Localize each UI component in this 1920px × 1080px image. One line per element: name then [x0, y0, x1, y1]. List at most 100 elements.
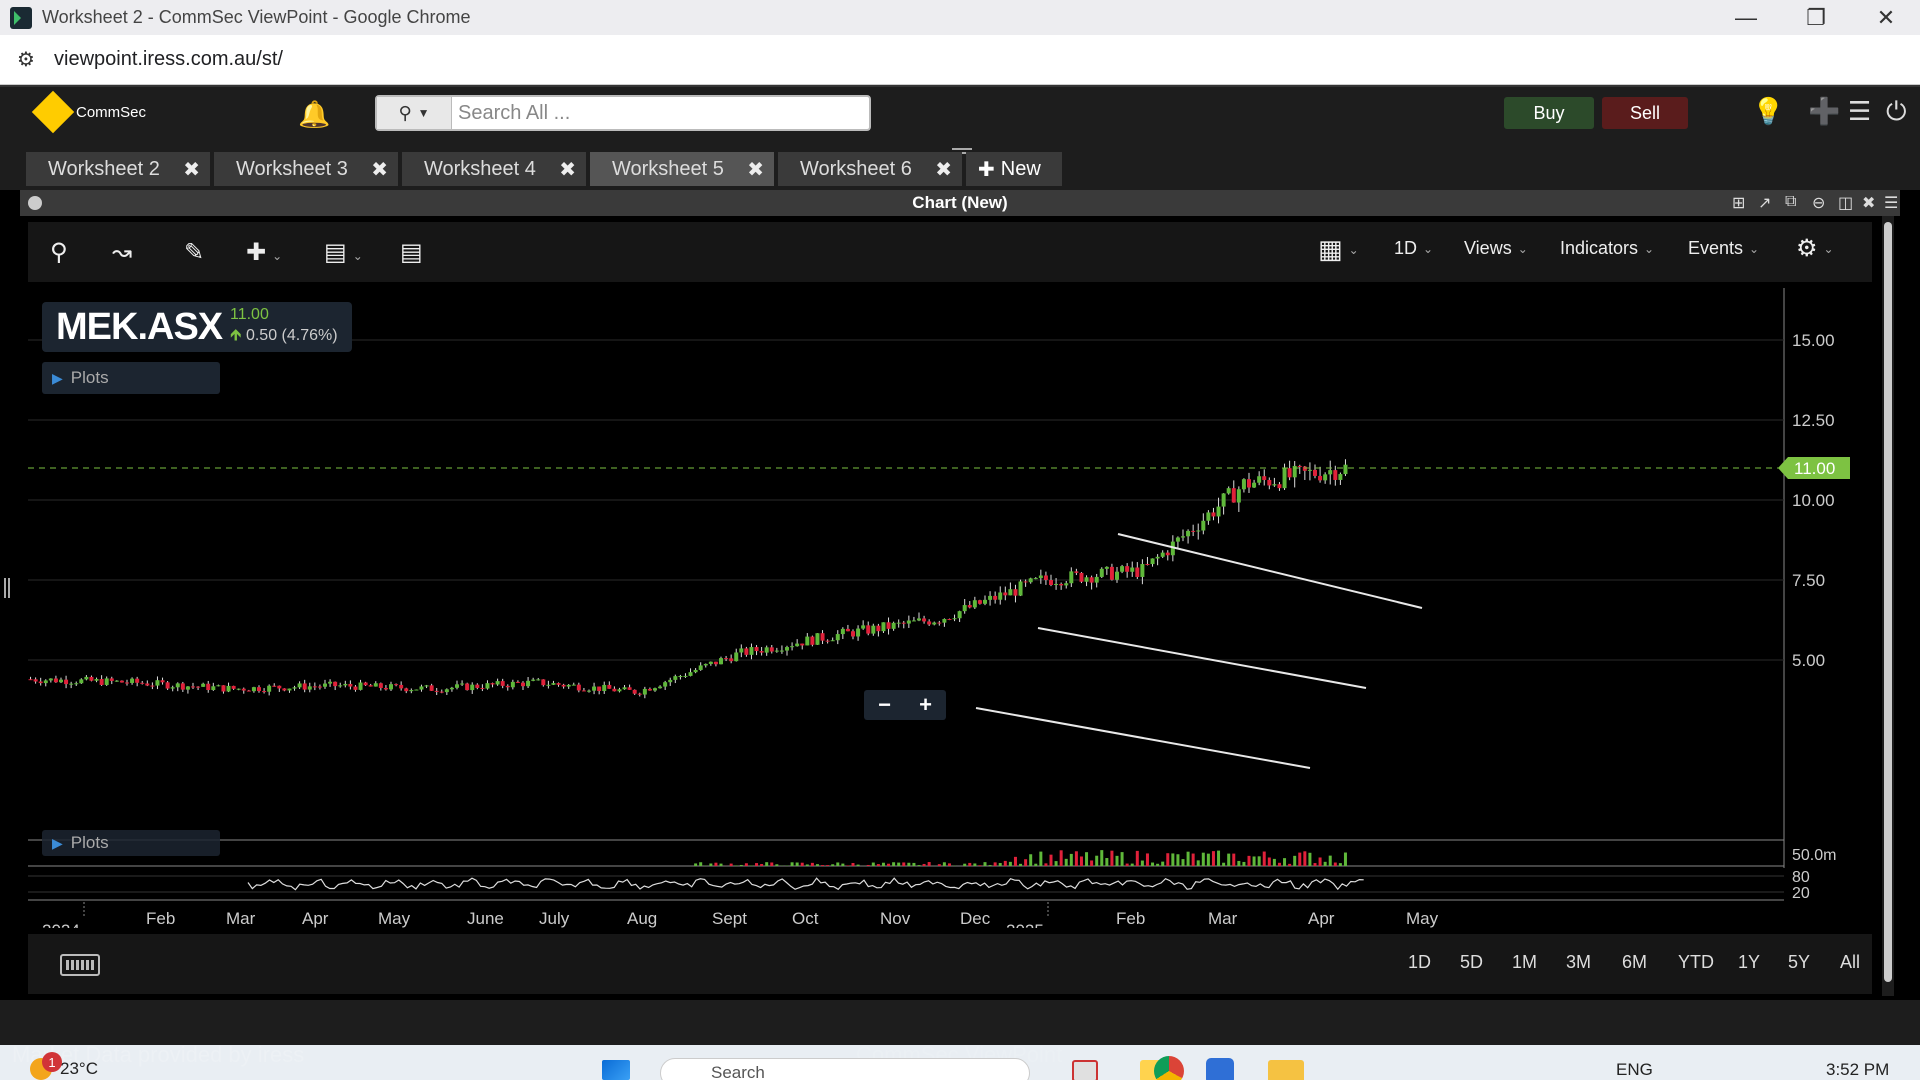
- popout-icon[interactable]: ⧉: [1785, 193, 1796, 211]
- range-button-6m[interactable]: 6M: [1622, 952, 1647, 973]
- range-button-1y[interactable]: 1Y: [1738, 952, 1760, 973]
- volume-bar: [1044, 863, 1048, 866]
- close-icon[interactable]: ✖: [747, 157, 764, 182]
- search-type-button[interactable]: ⚲ ▼: [377, 97, 452, 129]
- sell-button[interactable]: Sell: [1602, 97, 1688, 129]
- search-icon[interactable]: ⚲: [50, 238, 68, 267]
- add-icon[interactable]: ➕: [1808, 96, 1840, 127]
- price-chart[interactable]: 15.00 12.50 10.00 7.50 5.00 11.00 50.0m 8020 Feb…: [28, 288, 1872, 928]
- range-button-3m[interactable]: 3M: [1566, 952, 1591, 973]
- menu-icon[interactable]: ☰: [1848, 96, 1871, 127]
- app-icon[interactable]: [1072, 1060, 1098, 1080]
- clock[interactable]: 3:52 PM: [1826, 1060, 1889, 1080]
- close-window-button[interactable]: ✕: [1852, 0, 1920, 35]
- chrome-icon[interactable]: [1154, 1056, 1184, 1080]
- candle-body: [226, 685, 231, 692]
- candle-body: [566, 684, 571, 687]
- range-button-1d[interactable]: 1D: [1408, 952, 1431, 973]
- candle-body: [1023, 581, 1028, 583]
- candle-body: [53, 678, 58, 683]
- candle-body: [394, 684, 399, 686]
- new-tab-button[interactable]: ✚ New: [966, 152, 1062, 186]
- vertical-scrollbar[interactable]: [1882, 216, 1894, 996]
- plots-button-lower[interactable]: ▶ Plots: [42, 830, 220, 856]
- candle-body: [576, 684, 581, 691]
- candle-body: [1328, 470, 1333, 475]
- candle-body: [668, 679, 673, 683]
- site-settings-icon[interactable]: ⚙: [14, 48, 38, 72]
- interval-dropdown[interactable]: 1D ⌄: [1394, 238, 1433, 259]
- language-indicator[interactable]: ENG: [1616, 1060, 1653, 1080]
- screen: Worksheet 2 - CommSec ViewPoint - Google…: [0, 0, 1920, 1080]
- range-button-5y[interactable]: 5Y: [1788, 952, 1810, 973]
- keyboard-icon[interactable]: [60, 954, 100, 976]
- range-button-1m[interactable]: 1M: [1512, 952, 1537, 973]
- x-tick-label: July: [539, 909, 570, 928]
- volume-bar: [1277, 862, 1281, 866]
- chart-type-icon[interactable]: ▦ ⌄: [1318, 234, 1359, 265]
- candle-body: [1130, 567, 1135, 572]
- plots-button[interactable]: ▶ Plots: [42, 362, 220, 394]
- candle-body: [28, 679, 33, 681]
- comment-icon[interactable]: ▤ ⌄: [324, 238, 363, 267]
- candle-body: [155, 680, 160, 686]
- volume-bar: [1130, 863, 1134, 866]
- folder-icon[interactable]: [1268, 1060, 1304, 1080]
- range-button-5d[interactable]: 5D: [1460, 952, 1483, 973]
- taskbar-search[interactable]: Search: [660, 1058, 1030, 1080]
- candle-body: [871, 625, 876, 634]
- close-icon[interactable]: ✖: [559, 157, 576, 182]
- indicators-dropdown[interactable]: Indicators ⌄: [1560, 238, 1654, 259]
- store-icon[interactable]: [1206, 1058, 1234, 1080]
- tab-worksheet-6[interactable]: Worksheet 6 ✖: [778, 152, 962, 186]
- gear-icon[interactable]: ⚙ ⌄: [1796, 234, 1834, 263]
- range-button-ytd[interactable]: YTD: [1678, 952, 1714, 973]
- url-text[interactable]: viewpoint.iress.com.au/st/: [54, 48, 283, 71]
- year-label: 2025: [1006, 921, 1044, 928]
- restore-button[interactable]: ❐: [1782, 0, 1850, 35]
- scrollbar-thumb[interactable]: [1884, 222, 1892, 982]
- range-button-all[interactable]: All: [1840, 952, 1860, 973]
- candle-body: [835, 634, 840, 641]
- close-panel-icon[interactable]: ✖: [1862, 193, 1875, 213]
- tab-worksheet-2[interactable]: Worksheet 2 ✖: [26, 152, 210, 186]
- crosshair-icon[interactable]: ✚ ⌄: [246, 238, 282, 267]
- views-dropdown[interactable]: Views ⌄: [1464, 238, 1528, 259]
- volume-bar: [1145, 853, 1149, 866]
- candle-body: [317, 686, 322, 688]
- pencil-icon[interactable]: ✎: [184, 238, 204, 267]
- search-input[interactable]: [458, 98, 858, 128]
- weather-widget[interactable]: 1 23°C: [30, 1052, 98, 1080]
- candle-body: [688, 672, 693, 676]
- tab-worksheet-3[interactable]: Worksheet 3 ✖: [214, 152, 398, 186]
- trend-icon[interactable]: ↝: [112, 238, 132, 267]
- left-resize-handle[interactable]: [4, 578, 10, 598]
- play-icon: ▶: [52, 834, 63, 851]
- chart-area[interactable]: 15.00 12.50 10.00 7.50 5.00 11.00 50.0m 80 20 Feb…: [28, 288, 1872, 928]
- close-icon[interactable]: ✖: [371, 157, 388, 182]
- bell-icon[interactable]: 🔔: [298, 99, 330, 130]
- power-icon[interactable]: ⏻: [1886, 96, 1907, 128]
- tab-worksheet-5[interactable]: Worksheet 5 ✖: [590, 152, 774, 186]
- add-panel-icon[interactable]: ⊞: [1732, 193, 1745, 213]
- split-icon[interactable]: ◫: [1838, 193, 1853, 213]
- candle-body: [1307, 469, 1312, 471]
- close-icon[interactable]: ✖: [183, 157, 200, 182]
- events-dropdown[interactable]: Events ⌄: [1688, 238, 1759, 259]
- volume-bar: [978, 865, 982, 866]
- expand-icon[interactable]: ↗: [1758, 193, 1771, 213]
- minimize-panel-icon[interactable]: ⊖: [1812, 193, 1825, 213]
- table-icon[interactable]: ▤: [400, 238, 423, 267]
- candle-body: [251, 687, 256, 692]
- panel-menu-icon[interactable]: ☰: [1884, 193, 1898, 213]
- zoom-in-button[interactable]: +: [919, 692, 932, 718]
- minimize-button[interactable]: —: [1712, 0, 1780, 35]
- close-icon[interactable]: ✖: [935, 157, 952, 182]
- zoom-out-button[interactable]: −: [878, 692, 891, 718]
- lightbulb-icon[interactable]: 💡: [1752, 96, 1784, 127]
- candle-body: [1277, 484, 1282, 489]
- buy-button[interactable]: Buy: [1504, 97, 1594, 129]
- windows-start-icon[interactable]: [602, 1060, 630, 1080]
- quote-change-value: 0.50 (4.76%): [245, 327, 338, 344]
- tab-worksheet-4[interactable]: Worksheet 4 ✖: [402, 152, 586, 186]
